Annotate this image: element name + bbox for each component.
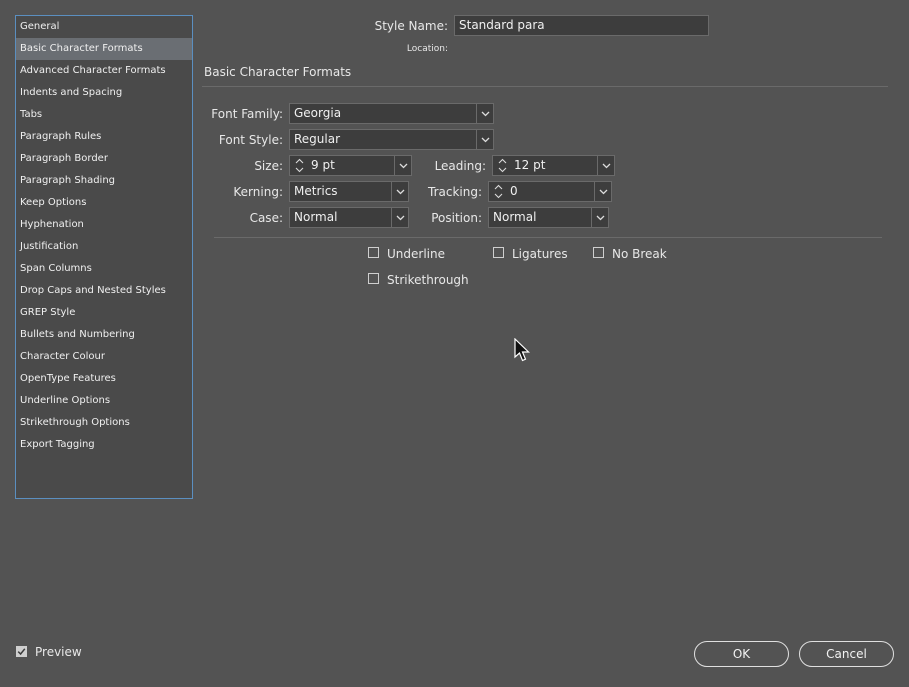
kerning-dropdown[interactable]: Metrics <box>289 181 409 202</box>
sidebar-item-bullets-and-numbering[interactable]: Bullets and Numbering <box>16 324 192 346</box>
size-label: Size: <box>254 159 283 173</box>
sidebar-item-character-colour[interactable]: Character Colour <box>16 346 192 368</box>
underline-checkbox[interactable] <box>368 247 379 258</box>
sidebar-item-basic-character-formats[interactable]: Basic Character Formats <box>16 38 192 60</box>
mouse-cursor-icon <box>514 338 530 362</box>
section-divider <box>202 86 888 87</box>
font-style-label: Font Style: <box>218 133 283 147</box>
sidebar-item-tabs[interactable]: Tabs <box>16 104 192 126</box>
case-dropdown[interactable]: Normal <box>289 207 409 228</box>
case-value: Normal <box>294 210 338 224</box>
sidebar-item-paragraph-border[interactable]: Paragraph Border <box>16 148 192 170</box>
sidebar-item-paragraph-rules[interactable]: Paragraph Rules <box>16 126 192 148</box>
chevron-down-icon[interactable] <box>476 130 493 149</box>
size-value: 9 pt <box>311 158 335 172</box>
location-label: Location: <box>406 44 448 54</box>
sidebar-item-general[interactable]: General <box>16 16 192 38</box>
position-dropdown[interactable]: Normal <box>488 207 609 228</box>
chevron-down-icon[interactable] <box>591 208 608 227</box>
no-break-checkbox[interactable] <box>593 247 604 258</box>
preview-checkbox[interactable] <box>16 646 27 657</box>
font-style-value: Regular <box>294 132 341 146</box>
sidebar-item-indents-and-spacing[interactable]: Indents and Spacing <box>16 82 192 104</box>
no-break-label: No Break <box>612 247 667 261</box>
sidebar-item-advanced-character-formats[interactable]: Advanced Character Formats <box>16 60 192 82</box>
sidebar-item-span-columns[interactable]: Span Columns <box>16 258 192 280</box>
tracking-value: 0 <box>510 184 518 198</box>
cancel-button[interactable]: Cancel <box>799 641 894 667</box>
section-title: Basic Character Formats <box>204 65 352 79</box>
ligatures-checkbox[interactable] <box>493 247 504 258</box>
leading-label: Leading: <box>434 159 486 173</box>
position-label: Position: <box>431 211 482 225</box>
spinner-arrows-icon[interactable] <box>290 156 308 175</box>
kerning-label: Kerning: <box>233 185 283 199</box>
spinner-arrows-icon[interactable] <box>493 156 511 175</box>
sidebar-item-hyphenation[interactable]: Hyphenation <box>16 214 192 236</box>
chevron-down-icon[interactable] <box>597 156 614 175</box>
sidebar-item-justification[interactable]: Justification <box>16 236 192 258</box>
kerning-value: Metrics <box>294 184 338 198</box>
underline-label: Underline <box>387 247 445 261</box>
font-family-value: Georgia <box>294 106 342 120</box>
category-list[interactable]: General Basic Character Formats Advanced… <box>15 15 193 499</box>
style-name-input[interactable]: Standard para <box>454 15 709 36</box>
sidebar-item-strikethrough-options[interactable]: Strikethrough Options <box>16 412 192 434</box>
chevron-down-icon[interactable] <box>594 182 611 201</box>
sidebar-item-keep-options[interactable]: Keep Options <box>16 192 192 214</box>
font-style-dropdown[interactable]: Regular <box>289 129 494 150</box>
ok-button[interactable]: OK <box>694 641 789 667</box>
leading-value: 12 pt <box>514 158 546 172</box>
tracking-label: Tracking: <box>428 185 482 199</box>
case-label: Case: <box>249 211 283 225</box>
preview-label: Preview <box>35 645 82 659</box>
sidebar-item-paragraph-shading[interactable]: Paragraph Shading <box>16 170 192 192</box>
size-stepper[interactable]: 9 pt <box>289 155 412 176</box>
sidebar-item-drop-caps[interactable]: Drop Caps and Nested Styles <box>16 280 192 302</box>
position-value: Normal <box>493 210 537 224</box>
ligatures-label: Ligatures <box>512 247 568 261</box>
checkmark-icon <box>17 648 26 656</box>
font-family-label: Font Family: <box>211 107 283 121</box>
spinner-arrows-icon[interactable] <box>489 182 507 201</box>
chevron-down-icon[interactable] <box>476 104 493 123</box>
leading-stepper[interactable]: 12 pt <box>492 155 615 176</box>
sidebar-item-opentype-features[interactable]: OpenType Features <box>16 368 192 390</box>
tracking-stepper[interactable]: 0 <box>488 181 612 202</box>
sidebar-item-export-tagging[interactable]: Export Tagging <box>16 434 192 456</box>
strikethrough-label: Strikethrough <box>387 273 469 287</box>
options-divider <box>214 237 882 238</box>
font-family-dropdown[interactable]: Georgia <box>289 103 494 124</box>
strikethrough-checkbox[interactable] <box>368 273 379 284</box>
style-name-label: Style Name: <box>374 19 448 33</box>
sidebar-item-grep-style[interactable]: GREP Style <box>16 302 192 324</box>
sidebar-item-underline-options[interactable]: Underline Options <box>16 390 192 412</box>
